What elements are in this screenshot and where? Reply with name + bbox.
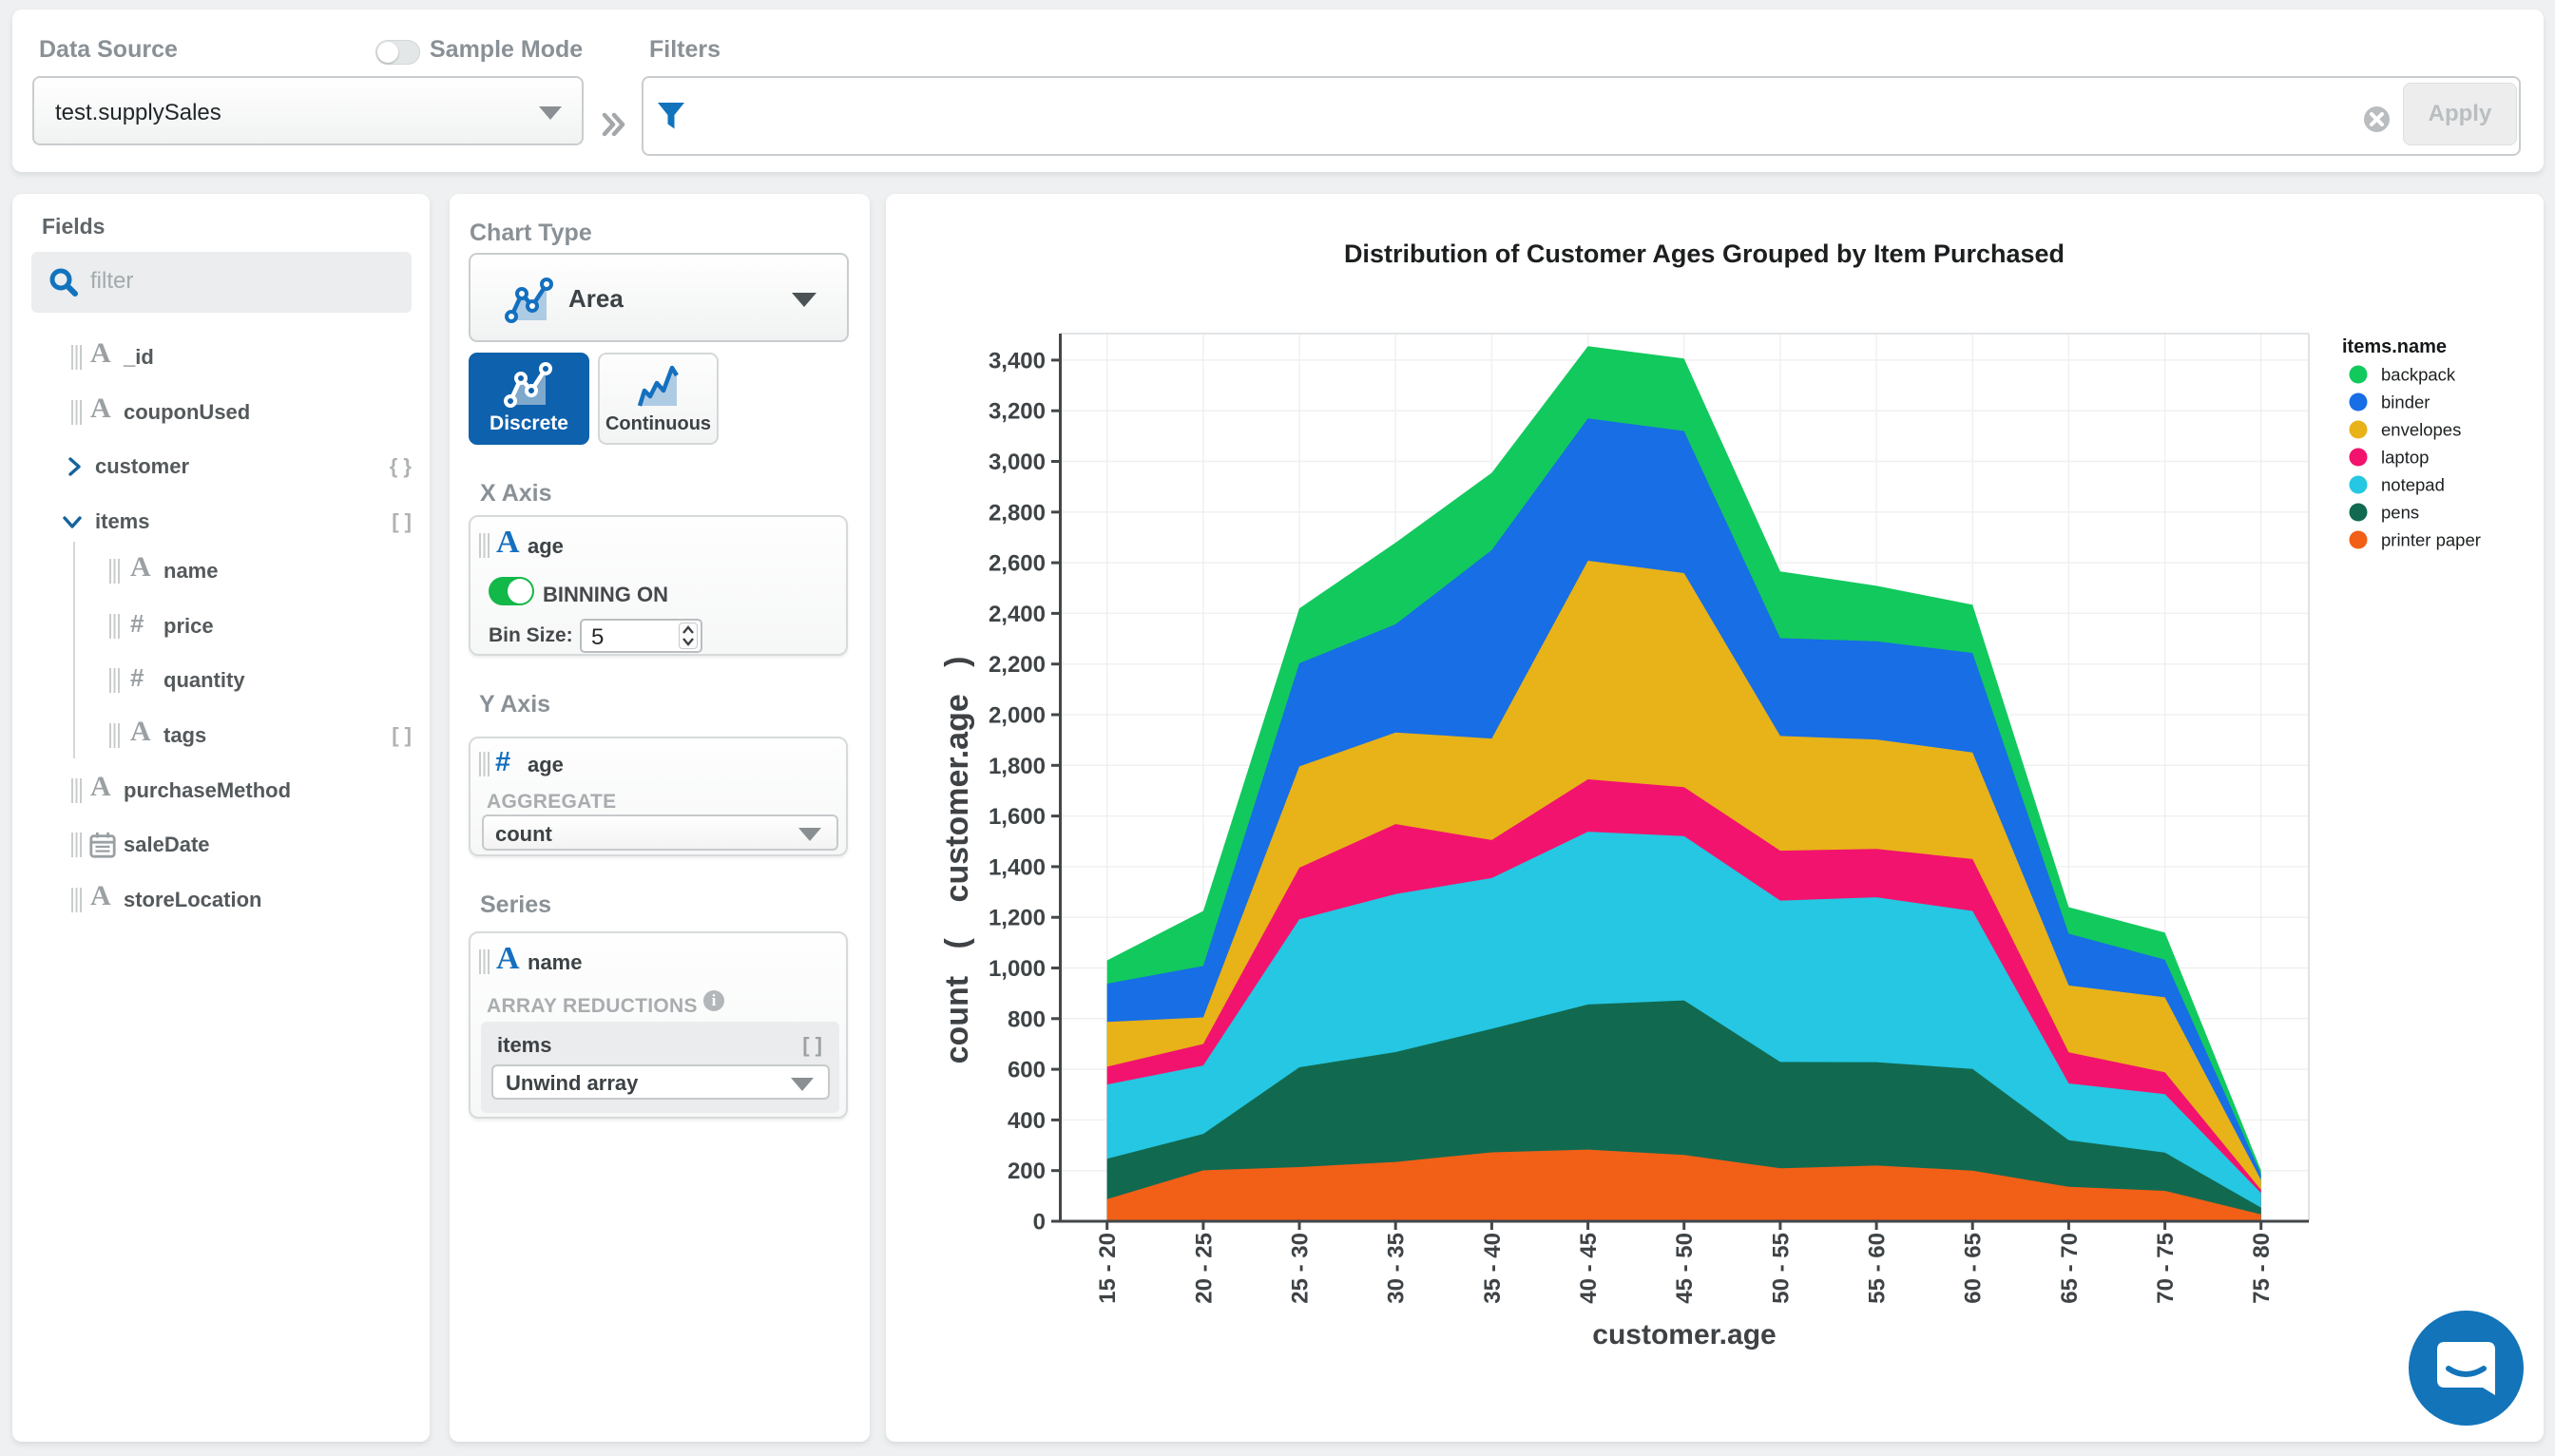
svg-text:0: 0 <box>1033 1210 1046 1236</box>
svg-text:1,000: 1,000 <box>989 956 1046 982</box>
svg-text:50 - 55: 50 - 55 <box>1768 1233 1794 1304</box>
svg-text:15 - 20: 15 - 20 <box>1095 1233 1121 1304</box>
svg-text:envelopes: envelopes <box>2381 420 2461 440</box>
svg-text:2,600: 2,600 <box>989 551 1046 577</box>
svg-text:laptop: laptop <box>2381 448 2429 468</box>
svg-text:3,200: 3,200 <box>989 399 1046 425</box>
svg-text:25 - 30: 25 - 30 <box>1288 1233 1314 1304</box>
svg-text:200: 200 <box>1008 1159 1046 1184</box>
svg-text:60 - 65: 60 - 65 <box>1961 1233 1987 1304</box>
svg-text:20 - 25: 20 - 25 <box>1191 1233 1217 1304</box>
svg-text:70 - 75: 70 - 75 <box>2153 1233 2179 1304</box>
svg-text:notepad: notepad <box>2381 475 2445 495</box>
svg-text:2,800: 2,800 <box>989 500 1046 526</box>
svg-text:printer paper: printer paper <box>2381 530 2481 550</box>
svg-text:30 - 35: 30 - 35 <box>1384 1233 1410 1304</box>
svg-text:45 - 50: 45 - 50 <box>1672 1233 1698 1304</box>
svg-text:binder: binder <box>2381 393 2430 412</box>
svg-text:count ( customer.age ): count ( customer.age ) <box>939 657 975 1064</box>
svg-text:1,600: 1,600 <box>989 804 1046 830</box>
svg-text:65 - 70: 65 - 70 <box>2057 1233 2083 1304</box>
svg-text:2,400: 2,400 <box>989 602 1046 627</box>
svg-text:40 - 45: 40 - 45 <box>1576 1233 1602 1304</box>
svg-text:2,000: 2,000 <box>989 703 1046 729</box>
svg-text:3,400: 3,400 <box>989 348 1046 374</box>
svg-text:backpack: backpack <box>2381 365 2456 385</box>
svg-text:3,000: 3,000 <box>989 450 1046 475</box>
svg-text:400: 400 <box>1008 1108 1046 1134</box>
svg-text:1,200: 1,200 <box>989 906 1046 931</box>
svg-text:35 - 40: 35 - 40 <box>1480 1233 1506 1304</box>
svg-text:pens: pens <box>2381 503 2419 523</box>
svg-text:55 - 60: 55 - 60 <box>1865 1233 1891 1304</box>
svg-text:600: 600 <box>1008 1058 1046 1083</box>
svg-text:75 - 80: 75 - 80 <box>2249 1233 2275 1304</box>
svg-text:800: 800 <box>1008 1006 1046 1032</box>
svg-text:2,200: 2,200 <box>989 652 1046 678</box>
svg-text:customer.age: customer.age <box>1592 1319 1776 1351</box>
svg-text:1,800: 1,800 <box>989 754 1046 779</box>
svg-text:items.name: items.name <box>2342 336 2447 357</box>
svg-text:1,400: 1,400 <box>989 854 1046 880</box>
svg-text:Distribution of Customer Ages: Distribution of Customer Ages Grouped by… <box>1344 239 2065 268</box>
